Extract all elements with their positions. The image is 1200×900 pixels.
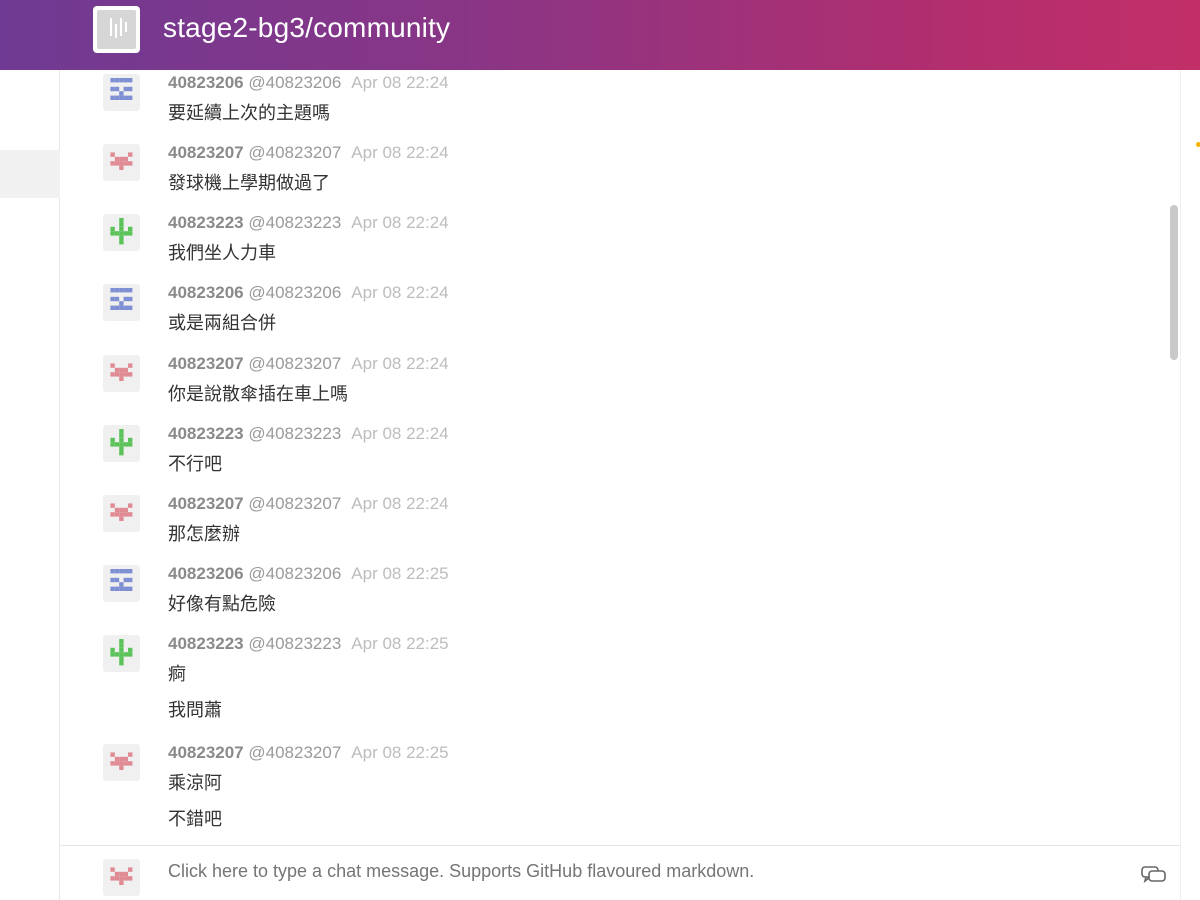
message-timestamp[interactable]: Apr 08 22:24: [351, 424, 448, 443]
message-meta: 40823207 @40823207 Apr 08 22:24: [168, 354, 449, 374]
message-text: 發球機上學期做過了: [168, 173, 330, 193]
user-avatar[interactable]: [103, 425, 140, 462]
message-text: 不錯吧: [168, 809, 222, 829]
message-text: 我們坐人力車: [168, 243, 276, 263]
message-text: 乘涼阿: [168, 773, 222, 793]
room-title[interactable]: stage2-bg3/community: [163, 12, 450, 44]
user-avatar[interactable]: [103, 565, 140, 602]
message-author-handle[interactable]: @40823206: [248, 564, 341, 583]
current-user-avatar: [103, 859, 140, 896]
message-meta: 40823223 @40823223 Apr 08 22:24: [168, 424, 449, 444]
room-header: stage2-bg3/community: [0, 0, 1200, 70]
message-author-name[interactable]: 40823207: [168, 743, 244, 762]
message-author-handle[interactable]: @40823206: [248, 283, 341, 302]
message-author-name[interactable]: 40823223: [168, 213, 244, 232]
message-author-handle[interactable]: @40823207: [248, 354, 341, 373]
message-meta: 40823206 @40823206 Apr 08 22:24: [168, 73, 449, 93]
message-author-handle[interactable]: @40823223: [248, 634, 341, 653]
left-menu-panel: [0, 70, 60, 900]
message-author-handle[interactable]: @40823207: [248, 143, 341, 162]
right-toolbar: [1180, 70, 1200, 900]
message-author-handle[interactable]: @40823223: [248, 424, 341, 443]
user-avatar[interactable]: [103, 495, 140, 532]
message-author-handle[interactable]: @40823223: [248, 213, 341, 232]
message-meta: 40823207 @40823207 Apr 08 22:24: [168, 494, 449, 514]
message-timestamp[interactable]: Apr 08 22:24: [351, 494, 448, 513]
message-text: 不行吧: [168, 454, 222, 474]
message-author-name[interactable]: 40823223: [168, 424, 244, 443]
chat-message-list: 40823206 @40823206 Apr 08 22:24 要延續上次的主題嗎 4…: [61, 70, 1168, 845]
message-author-handle[interactable]: @40823207: [248, 743, 341, 762]
user-avatar[interactable]: [103, 214, 140, 251]
message-timestamp[interactable]: Apr 08 22:25: [351, 564, 448, 583]
user-avatar[interactable]: [103, 635, 140, 672]
message-author-name[interactable]: 40823223: [168, 634, 244, 653]
message-text: 你是說散傘插在車上嗎: [168, 384, 348, 404]
message-author-name[interactable]: 40823206: [168, 283, 244, 302]
room-avatar-icon[interactable]: [93, 6, 140, 53]
user-avatar[interactable]: [103, 144, 140, 181]
message-timestamp[interactable]: Apr 08 22:24: [351, 283, 448, 302]
message-author-name[interactable]: 40823207: [168, 494, 244, 513]
message-author-name[interactable]: 40823207: [168, 143, 244, 162]
message-timestamp[interactable]: Apr 08 22:24: [351, 354, 448, 373]
chat-bubbles-icon[interactable]: [1141, 864, 1167, 884]
message-meta: 40823206 @40823206 Apr 08 22:24: [168, 283, 449, 303]
user-avatar[interactable]: [103, 284, 140, 321]
message-meta: 40823223 @40823223 Apr 08 22:25: [168, 634, 449, 654]
user-avatar[interactable]: [103, 355, 140, 392]
message-author-handle[interactable]: @40823207: [248, 494, 341, 513]
notification-dot-icon: [1196, 142, 1200, 147]
user-avatar[interactable]: [103, 74, 140, 111]
chat-scrollbar-thumb[interactable]: [1170, 205, 1178, 360]
message-text: 那怎麼辦: [168, 524, 240, 544]
message-meta: 40823206 @40823206 Apr 08 22:25: [168, 564, 449, 584]
message-author-handle[interactable]: @40823206: [248, 73, 341, 92]
message-author-name[interactable]: 40823206: [168, 564, 244, 583]
chat-scrollbar[interactable]: [1168, 70, 1180, 845]
message-author-name[interactable]: 40823206: [168, 73, 244, 92]
chat-composer: [61, 845, 1180, 900]
chat-input[interactable]: [168, 861, 1113, 882]
message-text: 要延續上次的主題嗎: [168, 103, 330, 123]
message-timestamp[interactable]: Apr 08 22:24: [351, 213, 448, 232]
message-meta: 40823207 @40823207 Apr 08 22:24: [168, 143, 449, 163]
message-timestamp[interactable]: Apr 08 22:24: [351, 143, 448, 162]
message-author-name[interactable]: 40823207: [168, 354, 244, 373]
message-text: 我問蕭: [168, 700, 222, 720]
left-menu-selected-item[interactable]: [0, 150, 60, 198]
user-avatar[interactable]: [103, 744, 140, 781]
message-text: 或是兩組合併: [168, 313, 276, 333]
message-timestamp[interactable]: Apr 08 22:25: [351, 634, 448, 653]
message-timestamp[interactable]: Apr 08 22:24: [351, 73, 448, 92]
message-text: 痾: [168, 664, 186, 684]
message-text: 好像有點危險: [168, 594, 276, 614]
message-meta: 40823207 @40823207 Apr 08 22:25: [168, 743, 449, 763]
message-timestamp[interactable]: Apr 08 22:25: [351, 743, 448, 762]
message-meta: 40823223 @40823223 Apr 08 22:24: [168, 213, 449, 233]
